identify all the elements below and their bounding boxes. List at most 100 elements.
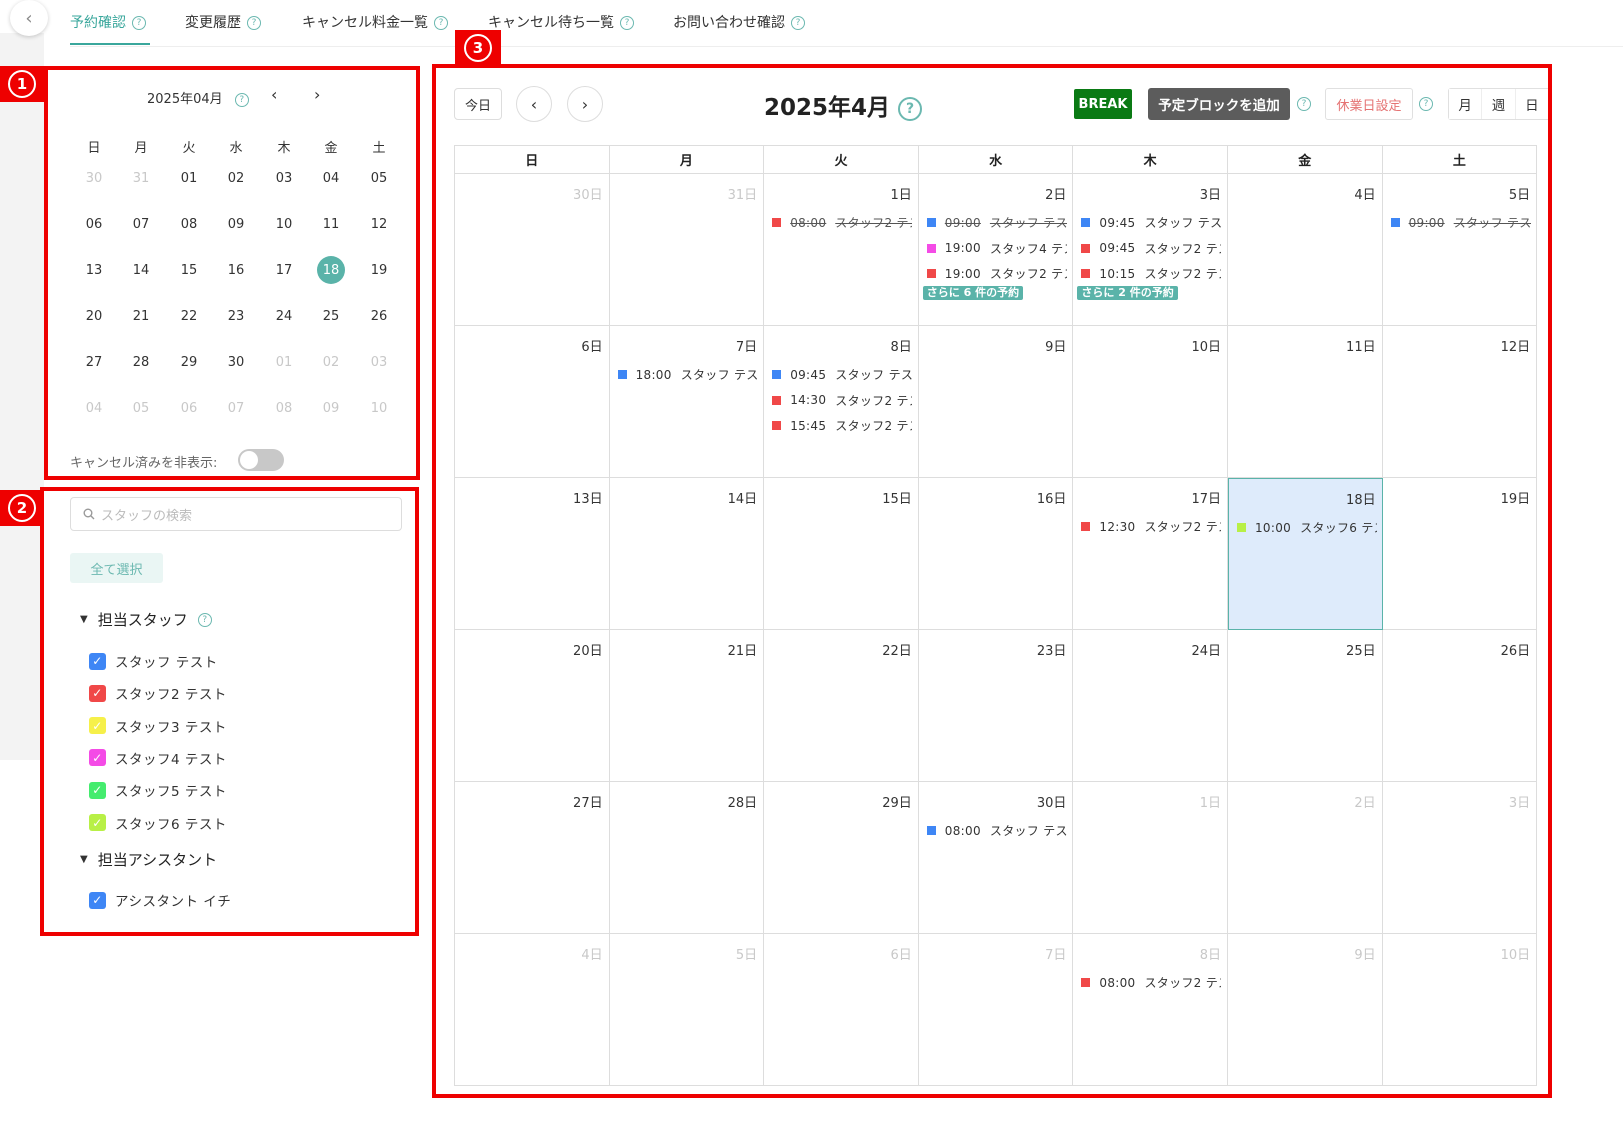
day-cell[interactable]: 13日 xyxy=(455,478,610,630)
mini-day[interactable]: 17 xyxy=(264,263,304,278)
mini-day[interactable]: 25 xyxy=(311,309,351,324)
mini-day[interactable]: 21 xyxy=(121,309,161,324)
reservation-event[interactable]: 19:00 スタッフ4 テス xyxy=(926,240,1067,257)
checkbox[interactable]: ✓ xyxy=(89,684,106,702)
help-icon[interactable]: ? xyxy=(1297,97,1311,111)
day-cell[interactable]: 3日 09:45 スタッフ テスト 09:45 スタッフ2 テス 10:15 スタッフ2 テ… xyxy=(1073,174,1228,326)
reservation-event[interactable]: 09:45 スタッフ テスト xyxy=(1081,214,1221,231)
day-cell[interactable]: 3日 xyxy=(1382,782,1538,934)
mini-day[interactable]: 06 xyxy=(74,217,114,232)
mini-day[interactable]: 22 xyxy=(169,309,209,324)
day-cell[interactable]: 7日 xyxy=(918,934,1074,1086)
day-cell[interactable]: 8日 08:00 スタッフ2 テス xyxy=(1073,934,1228,1086)
assistant-group-header[interactable]: ▼ 担当アシスタント xyxy=(80,849,217,870)
help-icon[interactable]: ? xyxy=(791,16,805,30)
day-cell[interactable]: 28日 xyxy=(609,782,765,934)
help-icon[interactable]: ? xyxy=(132,16,146,30)
staff-checkbox-row[interactable]: ✓ スタッフ テスト xyxy=(89,651,218,671)
checkbox[interactable]: ✓ xyxy=(89,652,106,670)
mini-day[interactable]: 27 xyxy=(74,355,114,370)
staff-checkbox-row[interactable]: ✓ スタッフ5 テスト xyxy=(89,780,227,800)
day-cell[interactable]: 17日 12:30 スタッフ2 テス xyxy=(1073,478,1228,630)
select-all-button[interactable]: 全て選択 xyxy=(70,553,163,583)
view-month-button[interactable]: 月 xyxy=(1449,89,1482,119)
help-icon[interactable]: ? xyxy=(234,92,249,107)
day-cell[interactable]: 5日 09:00 スタッフ テスト xyxy=(1382,174,1538,326)
reservation-event[interactable]: 09:00 スタッフ テスト xyxy=(926,214,1067,231)
today-button[interactable]: 今日 xyxy=(454,88,502,120)
mini-day[interactable]: 07 xyxy=(121,217,161,232)
mini-day[interactable]: 13 xyxy=(74,263,114,278)
reservation-event[interactable]: 10:15 スタッフ2 テス xyxy=(1081,265,1221,282)
day-cell[interactable]: 1日 xyxy=(1073,782,1228,934)
mini-day[interactable]: 10 xyxy=(264,217,304,232)
mini-day[interactable]: 05 xyxy=(359,171,399,186)
day-cell[interactable]: 5日 xyxy=(609,934,765,1086)
add-block-button[interactable]: 予定ブロックを追加 xyxy=(1148,88,1290,120)
day-cell[interactable]: 4日 xyxy=(1228,174,1383,326)
staff-checkbox-row[interactable]: ✓ スタッフ4 テスト xyxy=(89,748,227,768)
mini-day[interactable]: 15 xyxy=(169,263,209,278)
staff-checkbox-row[interactable]: ✓ スタッフ6 テスト xyxy=(89,813,227,833)
staff-checkbox-row[interactable]: ✓ スタッフ2 テスト xyxy=(89,683,227,703)
day-cell[interactable]: 12日 xyxy=(1382,326,1538,478)
day-cell[interactable]: 26日 xyxy=(1382,630,1538,782)
day-cell[interactable]: 23日 xyxy=(918,630,1074,782)
day-cell[interactable]: 10日 xyxy=(1382,934,1538,1086)
mini-day[interactable]: 23 xyxy=(216,309,256,324)
day-cell[interactable]: 6日 xyxy=(455,326,610,478)
day-cell[interactable]: 2日 xyxy=(1228,782,1383,934)
day-cell[interactable]: 31日 xyxy=(609,174,765,326)
help-icon[interactable]: ? xyxy=(434,16,448,30)
staff-checkbox-row[interactable]: ✓ アシスタント イチ xyxy=(89,890,231,910)
checkbox[interactable]: ✓ xyxy=(89,781,106,799)
day-cell[interactable]: 22日 xyxy=(764,630,919,782)
mini-day[interactable]: 26 xyxy=(359,309,399,324)
tab-reservations[interactable]: 予約確認? xyxy=(70,12,146,32)
mini-day[interactable]: 19 xyxy=(359,263,399,278)
help-icon[interactable]: ? xyxy=(197,612,212,627)
day-cell[interactable]: 6日 xyxy=(764,934,919,1086)
day-cell[interactable]: 4日 xyxy=(455,934,610,1086)
reservation-event[interactable]: 09:45 スタッフ2 テス xyxy=(1081,240,1221,257)
reservation-event[interactable]: 18:00 スタッフ テスト xyxy=(617,366,758,383)
mini-day[interactable]: 04 xyxy=(74,401,114,416)
day-cell[interactable]: 14日 xyxy=(609,478,765,630)
day-cell[interactable]: 15日 xyxy=(764,478,919,630)
staff-checkbox-row[interactable]: ✓ スタッフ3 テスト xyxy=(89,716,227,736)
checkbox[interactable]: ✓ xyxy=(89,749,106,767)
mini-day[interactable]: 06 xyxy=(169,401,209,416)
help-icon[interactable]: ? xyxy=(620,16,634,30)
mini-day[interactable]: 11 xyxy=(311,217,351,232)
day-cell[interactable]: 24日 xyxy=(1073,630,1228,782)
mini-day[interactable]: 08 xyxy=(169,217,209,232)
checkbox[interactable]: ✓ xyxy=(89,891,106,909)
more-reservations-link[interactable]: さらに 2 件の予約 xyxy=(1077,285,1178,300)
mini-day[interactable]: 01 xyxy=(169,171,209,186)
help-icon[interactable]: ? xyxy=(898,96,923,121)
break-button[interactable]: BREAK xyxy=(1074,89,1132,119)
tab-waitlist[interactable]: キャンセル待ち一覧? xyxy=(488,12,634,32)
staff-search-input[interactable]: スタッフの検索 xyxy=(70,497,402,531)
staff-group-header[interactable]: ▼ 担当スタッフ ? xyxy=(80,609,212,630)
mini-day[interactable]: 05 xyxy=(121,401,161,416)
view-day-button[interactable]: 日 xyxy=(1514,89,1548,119)
mini-day[interactable]: 20 xyxy=(74,309,114,324)
reservation-event[interactable]: 14:30 スタッフ2 テス xyxy=(772,392,912,409)
mini-day[interactable]: 07 xyxy=(216,401,256,416)
day-cell[interactable]: 10日 xyxy=(1073,326,1228,478)
back-button[interactable]: ‹ xyxy=(10,0,48,36)
mini-day[interactable]: 09 xyxy=(216,217,256,232)
help-icon[interactable]: ? xyxy=(247,16,261,30)
mini-day[interactable]: 24 xyxy=(264,309,304,324)
mini-day[interactable]: 10 xyxy=(359,401,399,416)
mini-day-selected[interactable]: 18 xyxy=(311,256,351,284)
mini-day[interactable]: 14 xyxy=(121,263,161,278)
reservation-event[interactable]: 12:30 スタッフ2 テス xyxy=(1081,518,1221,535)
day-cell[interactable]: 1日 08:00 スタッフ2 テス xyxy=(764,174,919,326)
day-cell[interactable]: 11日 xyxy=(1228,326,1383,478)
prev-month-button[interactable]: ‹ xyxy=(516,86,552,122)
tab-change-history[interactable]: 変更履歴? xyxy=(185,12,261,32)
reservation-event[interactable]: 08:00 スタッフ2 テス xyxy=(1081,974,1221,991)
day-cell[interactable]: 9日 xyxy=(1228,934,1383,1086)
